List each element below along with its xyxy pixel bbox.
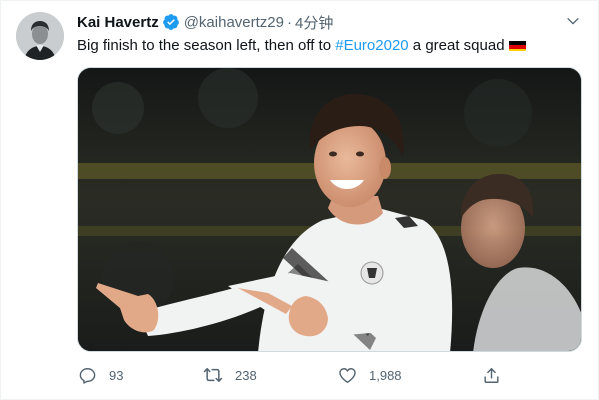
verified-badge-icon (162, 13, 180, 31)
author-handle[interactable]: @kaihavertz29 (184, 14, 284, 31)
timestamp[interactable]: 4分钟 (295, 12, 333, 33)
germany-flag-icon (508, 39, 526, 51)
share-icon (481, 365, 501, 385)
tweet-text-part: a great squad (408, 37, 505, 54)
avatar[interactable] (16, 12, 64, 60)
tweet-text-part: Big finish to the season left, then off … (77, 37, 336, 54)
tweet-card[interactable]: Kai Havertz @kaihavertz29 · 4分钟 Big fini… (0, 0, 599, 400)
tweet-header: Kai Havertz @kaihavertz29 · 4分钟 (77, 12, 333, 32)
like-count: 1,988 (369, 367, 402, 383)
reply-button[interactable]: 93 (77, 363, 123, 387)
tweet-text: Big finish to the season left, then off … (77, 36, 526, 56)
heart-icon (337, 365, 357, 385)
retweet-button[interactable]: 238 (203, 363, 257, 387)
retweet-icon (203, 365, 223, 385)
share-button[interactable] (481, 363, 501, 387)
more-options-button[interactable] (563, 11, 583, 31)
chevron-down-icon (567, 18, 579, 25)
tweet-photo[interactable] (77, 67, 582, 352)
reply-icon (77, 365, 97, 385)
football-player-photo (78, 68, 581, 351)
hashtag-link[interactable]: #Euro2020 (335, 37, 408, 54)
tweet-actions: 93 238 1,988 (77, 363, 507, 387)
retweet-count: 238 (235, 367, 257, 383)
reply-count: 93 (109, 367, 124, 383)
avatar-image (16, 12, 64, 60)
like-button[interactable]: 1,988 (337, 363, 402, 387)
author-name[interactable]: Kai Havertz (77, 14, 159, 31)
separator-dot: · (286, 13, 292, 31)
